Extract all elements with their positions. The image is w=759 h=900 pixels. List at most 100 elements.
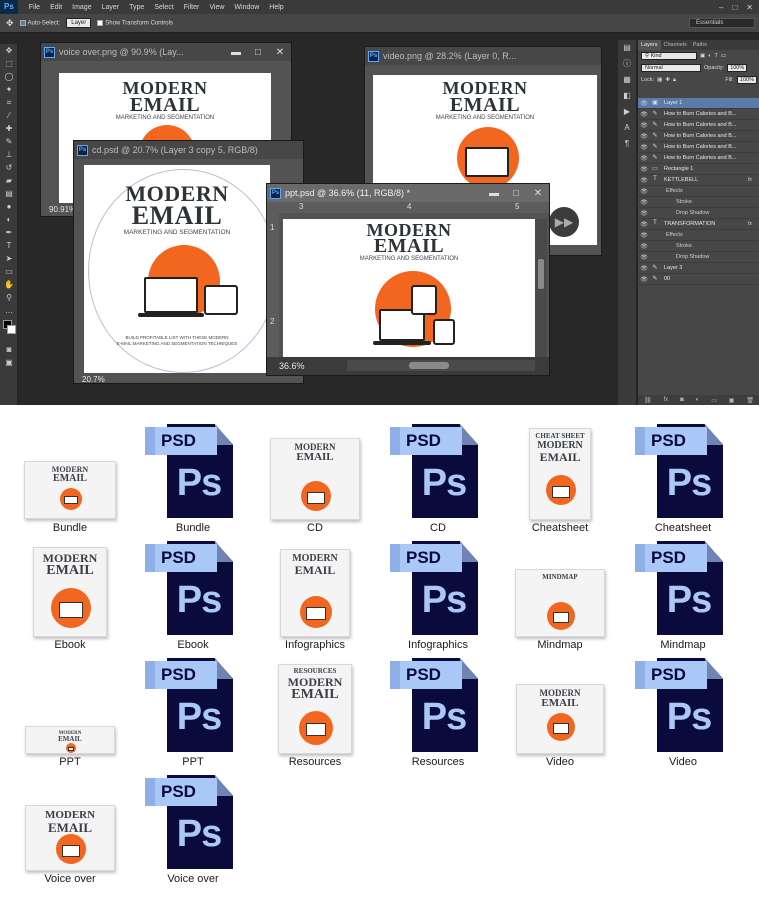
dodge-tool-icon[interactable]: ◐: [0, 213, 18, 226]
maximize-icon[interactable]: □: [732, 3, 737, 12]
doc-title-bar[interactable]: Ps voice over.png @ 90.9% (Lay... ▬ □ ✕: [41, 43, 291, 61]
layer-effect-row[interactable]: 👁︎ Stroke: [638, 197, 759, 208]
doc-window-ppt[interactable]: Ps ppt.psd @ 36.6% (11, RGB/8) * ▬ □ ✕ 3 4…: [266, 183, 550, 376]
tab-paths[interactable]: Paths: [690, 42, 710, 48]
layer-row[interactable]: 👁︎ T TRANSFORMATION fx: [638, 219, 759, 230]
show-transform-checkbox[interactable]: Show Transform Controls: [97, 19, 173, 26]
move-tool-icon[interactable]: ✥: [0, 44, 18, 57]
delete-layer-icon[interactable]: 🗑︎: [746, 397, 754, 404]
visibility-eye-icon[interactable]: 👁︎: [638, 276, 650, 283]
eraser-icon[interactable]: ▰: [0, 174, 18, 187]
layer-row[interactable]: 👁︎ ✎ Layer 3: [638, 263, 759, 274]
visibility-eye-icon[interactable]: 👁︎: [638, 111, 650, 118]
layer-effect-row[interactable]: 👁︎ Stroke: [638, 241, 759, 252]
layer-row[interactable]: 👁︎ ✎ How to Burn Calories and B...: [638, 131, 759, 142]
maximize-icon[interactable]: □: [505, 188, 527, 199]
visibility-eye-icon[interactable]: 👁︎: [638, 254, 650, 261]
layer-row[interactable]: 👁︎ ✎ How to Burn Calories and B...: [638, 153, 759, 164]
magic-wand-icon[interactable]: ✦: [0, 83, 18, 96]
screen-mode-icon[interactable]: ▣: [0, 356, 18, 369]
layer-row[interactable]: 👁︎ ▭ Rectangle 1: [638, 164, 759, 175]
new-group-icon[interactable]: ▭: [711, 397, 717, 404]
color-swatches[interactable]: [0, 317, 17, 343]
file-item-infographics-psd[interactable]: PSD Ps Infographics: [383, 537, 493, 651]
lock-position-icon[interactable]: ✚: [665, 77, 670, 83]
close-icon[interactable]: ✕: [527, 188, 549, 199]
minimize-icon[interactable]: –: [719, 3, 723, 12]
pen-tool-icon[interactable]: ✒: [0, 226, 18, 239]
layer-row[interactable]: 👁︎ ▣ Layer 1: [638, 98, 759, 109]
filter-shape-icon[interactable]: ▭: [721, 53, 726, 59]
minimize-icon[interactable]: ▬: [483, 188, 505, 199]
visibility-eye-icon[interactable]: 👁︎: [638, 188, 650, 195]
menu-file[interactable]: File: [24, 4, 45, 11]
visibility-eye-icon[interactable]: 👁︎: [638, 210, 650, 217]
layer-fx-icon[interactable]: fx: [748, 177, 752, 183]
file-item-bundle-psd[interactable]: PSD Ps Bundle: [138, 420, 248, 534]
doc-canvas[interactable]: MODERN EMAIL MARKETING AND SEGMENTATION …: [84, 165, 270, 373]
crop-tool-icon[interactable]: ⌗: [0, 96, 18, 109]
background-color[interactable]: [7, 325, 16, 334]
blend-mode-dropdown[interactable]: Normal: [641, 64, 701, 72]
scrollbar-thumb[interactable]: [538, 259, 544, 289]
layer-effect-row[interactable]: 👁︎ Effects: [638, 230, 759, 241]
visibility-eye-icon[interactable]: 👁︎: [638, 133, 650, 140]
adjustments-panel-icon[interactable]: ◧: [618, 88, 636, 104]
menu-select[interactable]: Select: [149, 4, 178, 11]
history-brush-icon[interactable]: ↺: [0, 161, 18, 174]
path-select-icon[interactable]: ➤: [0, 252, 18, 265]
scrollbar-thumb[interactable]: [409, 362, 449, 369]
info-panel-icon[interactable]: ⓘ: [618, 56, 636, 72]
file-item-infographics-preview[interactable]: MODERN EMAIL Infographics: [260, 537, 370, 651]
visibility-eye-icon[interactable]: 👁︎: [638, 243, 650, 250]
hand-tool-icon[interactable]: ✋: [0, 278, 18, 291]
file-item-ebook-psd[interactable]: PSD Ps Ebook: [138, 537, 248, 651]
menu-help[interactable]: Help: [264, 4, 288, 11]
file-item-bundle-preview[interactable]: MODERN EMAIL Bundle: [15, 420, 125, 534]
new-adjustment-icon[interactable]: ◐: [696, 397, 700, 403]
visibility-eye-icon[interactable]: 👁︎: [638, 199, 650, 206]
more-tools-icon[interactable]: …: [0, 304, 18, 317]
menu-window[interactable]: Window: [229, 4, 264, 11]
visibility-eye-icon[interactable]: 👁︎: [638, 221, 650, 228]
stamp-tool-icon[interactable]: ⊥: [0, 148, 18, 161]
menu-layer[interactable]: Layer: [97, 4, 125, 11]
type-tool-icon[interactable]: T: [0, 239, 18, 252]
move-tool-icon[interactable]: ✥: [6, 18, 14, 29]
menu-view[interactable]: View: [204, 4, 229, 11]
healing-brush-icon[interactable]: ✚: [0, 122, 18, 135]
file-item-cheatsheet-preview[interactable]: CHEAT SHEET MODERN EMAIL Cheatsheet: [505, 420, 615, 534]
maximize-icon[interactable]: □: [247, 47, 269, 58]
file-item-video-psd[interactable]: PSD Ps Video: [628, 654, 738, 768]
file-item-voice-over-psd[interactable]: PSD Ps Voice over: [138, 771, 248, 885]
close-icon[interactable]: ✕: [269, 47, 291, 58]
file-item-ppt-psd[interactable]: PSD Ps PPT: [138, 654, 248, 768]
kind-filter-dropdown[interactable]: ⚲ Kind: [641, 52, 697, 60]
layer-row[interactable]: 👁︎ ✎ How to Burn Calories and B...: [638, 142, 759, 153]
layer-effect-row[interactable]: 👁︎ Drop Shadow: [638, 252, 759, 263]
properties-panel-icon[interactable]: ▦: [618, 72, 636, 88]
lock-all-icon[interactable]: 🔒︎: [673, 77, 676, 84]
file-item-video-preview[interactable]: MODERN EMAIL Video: [505, 654, 615, 768]
paragraph-panel-icon[interactable]: ¶: [618, 136, 636, 152]
file-item-cheatsheet-psd[interactable]: PSD Ps Cheatsheet: [628, 420, 738, 534]
visibility-eye-icon[interactable]: 👁︎: [638, 166, 650, 173]
link-layers-icon[interactable]: ⛓: [644, 397, 652, 404]
menu-filter[interactable]: Filter: [179, 4, 205, 11]
filter-pixel-icon[interactable]: ▣: [700, 53, 705, 59]
new-layer-icon[interactable]: ▣: [729, 397, 735, 404]
menu-type[interactable]: Type: [124, 4, 149, 11]
brush-tool-icon[interactable]: ✎: [0, 135, 18, 148]
play-button[interactable]: ▶▶: [549, 207, 579, 237]
actions-panel-icon[interactable]: ▶: [618, 104, 636, 120]
file-item-cd-psd[interactable]: PSD Ps CD: [383, 420, 493, 534]
file-item-resources-psd[interactable]: PSD Ps Resources: [383, 654, 493, 768]
file-item-ebook-preview[interactable]: MODERN EMAIL Ebook: [15, 537, 125, 651]
file-item-cd-preview[interactable]: MODERN EMAIL CD: [260, 420, 370, 534]
lasso-tool-icon[interactable]: ◯: [0, 70, 18, 83]
doc-canvas[interactable]: MODERN EMAIL MARKETING AND SEGMENTATION: [283, 219, 535, 357]
file-item-mindmap-psd[interactable]: PSD Ps Mindmap: [628, 537, 738, 651]
add-mask-icon[interactable]: ◙: [680, 397, 684, 403]
menu-edit[interactable]: Edit: [45, 4, 67, 11]
gradient-icon[interactable]: ▤: [0, 187, 18, 200]
